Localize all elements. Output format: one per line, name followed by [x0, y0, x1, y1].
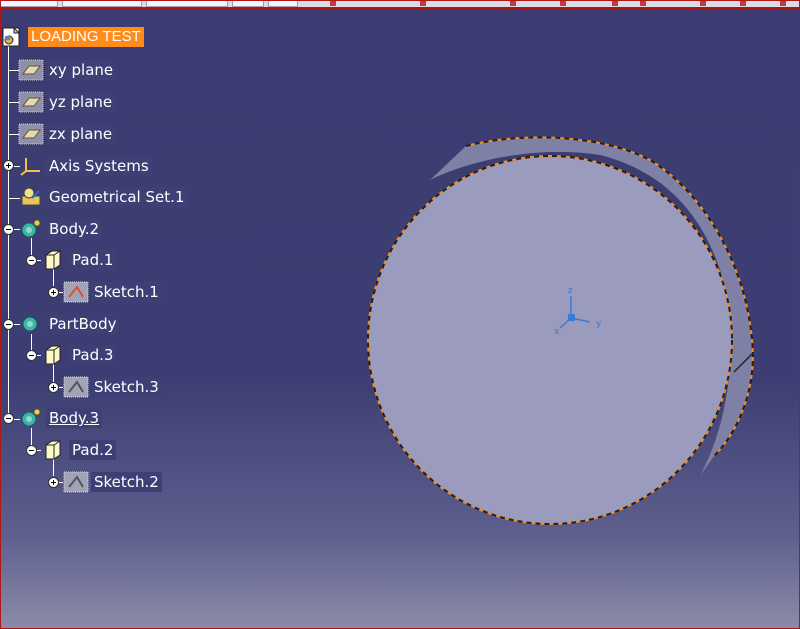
tree-root-label: LOADING TEST	[28, 27, 144, 47]
tree-item-label: Pad.1	[69, 250, 117, 270]
tree-item-zx-plane[interactable]: zx plane	[18, 123, 116, 145]
body-icon	[21, 408, 41, 427]
sketch-icon	[63, 281, 89, 303]
tree-item-pad-1[interactable]: Pad.1	[41, 249, 117, 271]
part-document-icon	[2, 26, 21, 47]
part-body-icon	[22, 316, 38, 332]
tree-connector	[31, 428, 32, 446]
specification-tree: LOADING TEST xy plane yz plane zx plane …	[0, 0, 800, 629]
tree-item-label: Body.2	[46, 219, 103, 239]
collapse-toggle-icon[interactable]	[26, 445, 37, 456]
plane-icon	[18, 91, 44, 113]
tree-item-geometrical-set[interactable]: Geometrical Set.1	[18, 186, 188, 208]
pad-icon	[45, 345, 61, 365]
tree-item-label: zx plane	[46, 124, 116, 144]
tree-item-label: Pad.2	[69, 440, 117, 460]
tree-item-sketch-2[interactable]: Sketch.2	[63, 471, 162, 493]
tree-connector	[53, 364, 54, 382]
tree-root[interactable]: LOADING TEST	[0, 26, 144, 48]
tree-item-body-3[interactable]: Body.3	[18, 407, 103, 429]
collapse-toggle-icon[interactable]	[26, 350, 37, 361]
collapse-toggle-icon[interactable]	[3, 319, 14, 330]
collapse-toggle-icon[interactable]	[26, 255, 37, 266]
tree-item-label: Sketch.2	[91, 472, 162, 492]
tree-item-partbody[interactable]: PartBody	[18, 313, 120, 335]
collapse-toggle-icon[interactable]	[3, 224, 14, 235]
tree-item-sketch-1[interactable]: Sketch.1	[63, 281, 162, 303]
tree-item-pad-3[interactable]: Pad.3	[41, 344, 117, 366]
tree-item-label: Sketch.1	[91, 282, 162, 302]
tree-item-label: Body.3	[46, 408, 103, 428]
pad-icon	[45, 440, 61, 460]
expand-toggle-icon[interactable]	[48, 477, 59, 488]
tree-connector	[31, 238, 32, 256]
tree-item-body-2[interactable]: Body.2	[18, 218, 103, 240]
axis-systems-icon	[20, 158, 40, 176]
collapse-toggle-icon[interactable]	[3, 413, 14, 424]
sketch-icon	[63, 471, 89, 493]
plane-icon	[18, 123, 44, 145]
tree-item-xy-plane[interactable]: xy plane	[18, 59, 117, 81]
tree-item-axis-systems[interactable]: Axis Systems	[18, 155, 152, 177]
expand-toggle-icon[interactable]	[48, 382, 59, 393]
tree-item-pad-2[interactable]: Pad.2	[41, 439, 117, 461]
expand-toggle-icon[interactable]	[48, 287, 59, 298]
body-icon	[21, 219, 41, 238]
pad-icon	[45, 250, 61, 270]
tree-item-label: Geometrical Set.1	[46, 187, 188, 207]
expand-toggle-icon[interactable]	[3, 160, 14, 171]
tree-item-label: PartBody	[46, 314, 120, 334]
geometrical-set-icon	[21, 187, 41, 206]
tree-item-yz-plane[interactable]: yz plane	[18, 91, 116, 113]
tree-item-sketch-3[interactable]: Sketch.3	[63, 376, 162, 398]
tree-item-label: xy plane	[46, 60, 117, 80]
tree-item-label: Sketch.3	[91, 377, 162, 397]
tree-item-label: Axis Systems	[46, 156, 152, 176]
plane-icon	[18, 59, 44, 81]
tree-item-label: yz plane	[46, 92, 116, 112]
sketch-icon	[63, 376, 89, 398]
tree-item-label: Pad.3	[69, 345, 117, 365]
